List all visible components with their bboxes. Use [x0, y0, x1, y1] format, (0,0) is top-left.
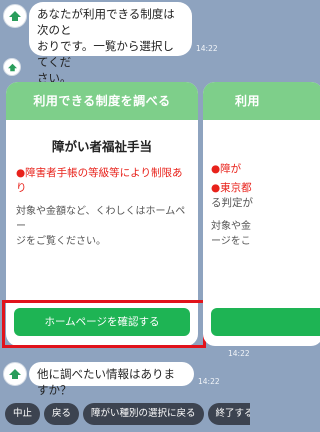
card-description: 対象や金 ージをこ [211, 219, 313, 249]
button-highlight-frame [2, 300, 206, 348]
quick-reply-back[interactable]: 戻る [44, 403, 80, 425]
card-description-line: ジをご覧ください。 [16, 236, 106, 247]
message-timestamp: 14:22 [198, 377, 220, 386]
bot-logo-icon [5, 60, 19, 74]
card-condition-line: ●東京都 [211, 182, 252, 194]
bot-message-bubble: 他に調べたい情報はありますか？ [29, 362, 194, 397]
bot-avatar [3, 4, 27, 28]
view-homepage-button[interactable] [211, 308, 320, 336]
card-condition: ●障が [211, 163, 242, 175]
card-title: 障がい者福祉手当 [51, 139, 152, 154]
card-description-line: 対象や金 [211, 221, 251, 232]
card-condition: ●東京都 る判定が [211, 181, 313, 211]
card-header: 利用できる制度を調べる [6, 82, 198, 120]
bot-logo-icon [6, 365, 24, 383]
message-timestamp: 14:22 [228, 349, 250, 358]
bot-avatar [3, 58, 21, 76]
bot-message-bubble: あなたが利用できる制度は次のと おりです。一覧から選択してくだ さい。 [29, 2, 192, 85]
quick-reply-finish[interactable]: 終了する [207, 403, 250, 425]
quick-reply-cancel[interactable]: 中止 [5, 403, 41, 425]
card-description-line: 対象や金額など、くわしくはホームペー [16, 206, 186, 232]
message-text-line: おりです。一覧から選択してくだ [37, 39, 174, 69]
card-header-label: 利用 [235, 94, 261, 108]
bot-logo-icon [6, 7, 24, 25]
card-condition-line: る判定が [211, 197, 253, 209]
card-description: 対象や金額など、くわしくはホームペー ジをご覧ください。 [16, 204, 188, 249]
quick-reply-back-to-disability-type[interactable]: 障がい種別の選択に戻る [83, 403, 204, 425]
card-condition: ●障害者手帳の等級等により制限あり [16, 167, 183, 194]
message-timestamp: 14:22 [196, 44, 218, 53]
carousel-card[interactable]: 利用 ●障が ●東京都 る判定が 対象や金 ージをこ [203, 82, 320, 346]
message-text-line: あなたが利用できる制度は次のと [37, 7, 175, 37]
card-description-line: ージをこ [211, 236, 251, 247]
bot-avatar [3, 362, 27, 386]
quick-reply-bar: 中止 戻る 障がい種別の選択に戻る 終了する [0, 396, 250, 432]
card-header: 利用 [203, 82, 320, 120]
